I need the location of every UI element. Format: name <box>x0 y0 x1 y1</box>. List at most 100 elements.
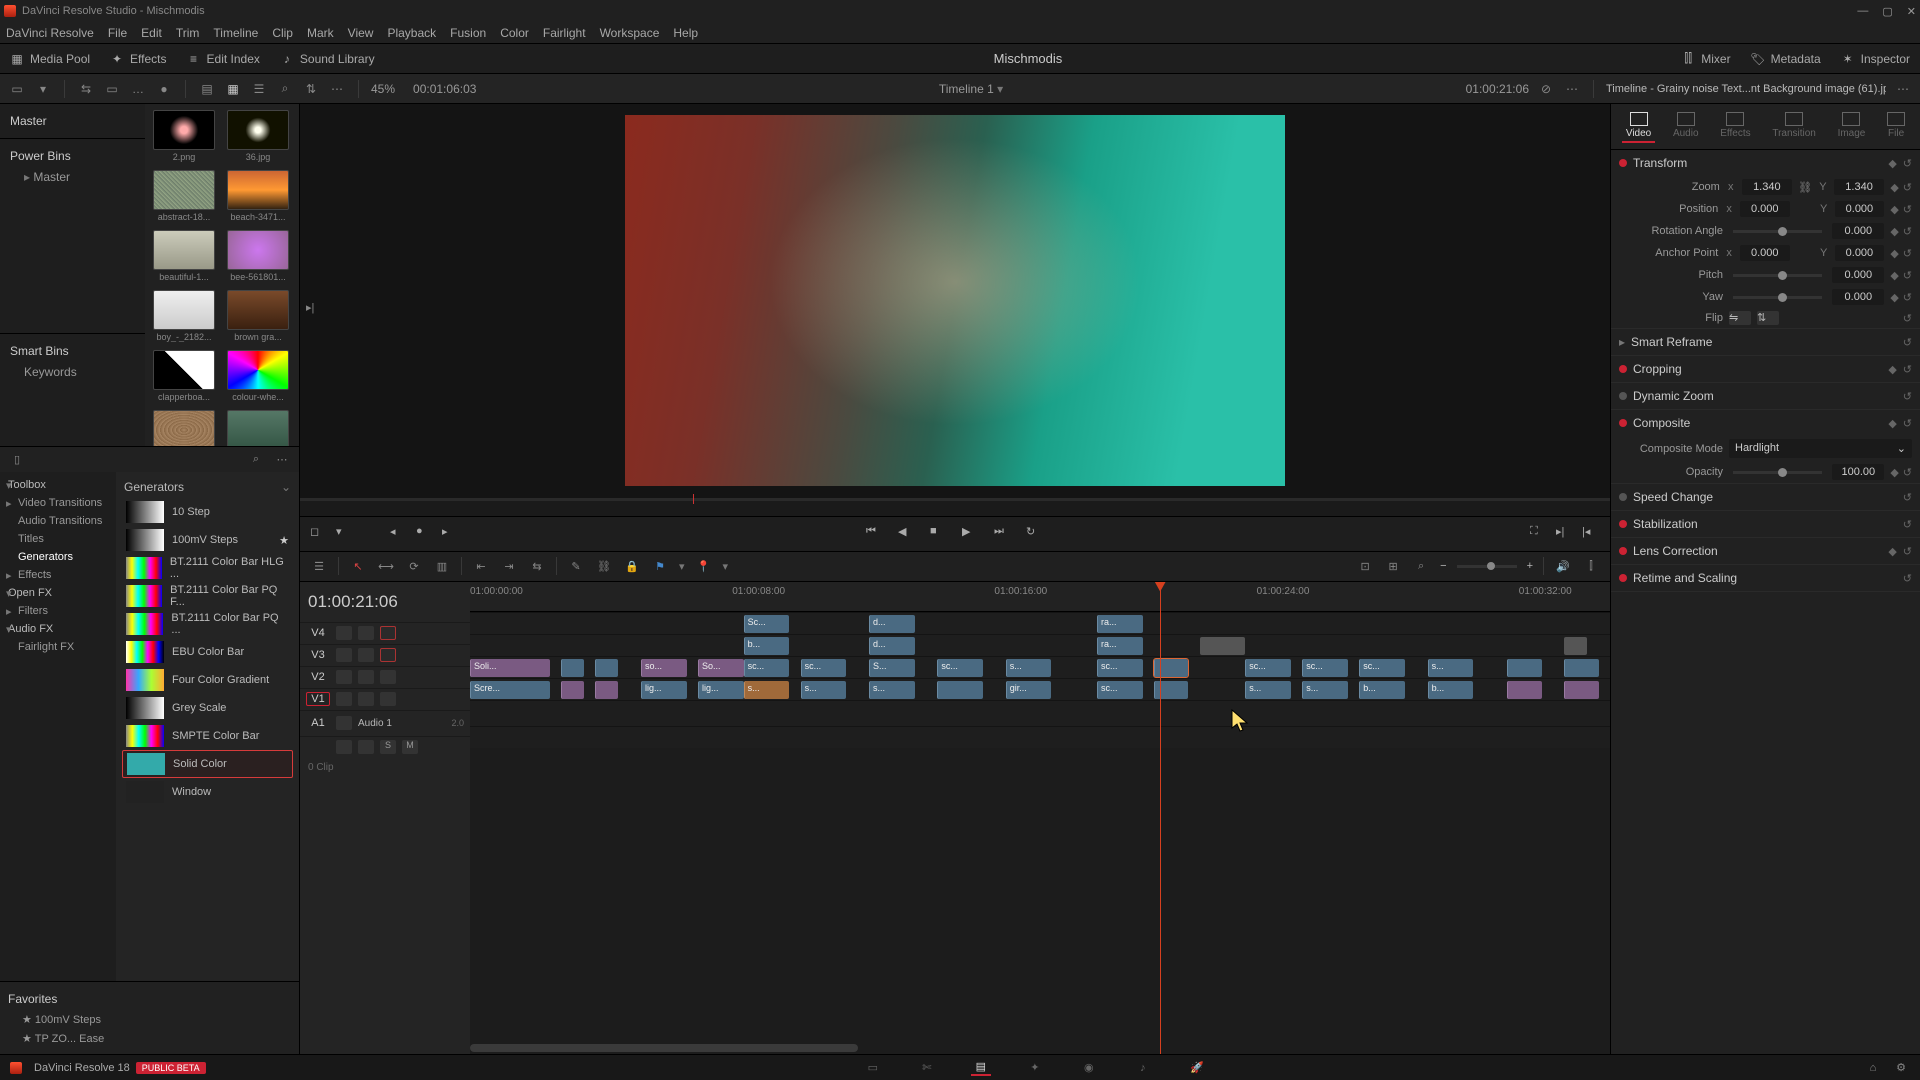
mixer-button[interactable]: ⫿⫿Mixer <box>1671 44 1740 73</box>
track-row[interactable]: Soli...so...So...sc...sc...S...sc...s...… <box>470 656 1610 678</box>
timeline-clip[interactable] <box>561 681 584 699</box>
match-frame-icon[interactable]: ● <box>416 525 434 543</box>
metadata-view-icon[interactable]: ▤ <box>198 80 216 98</box>
timeline-clip[interactable]: ra... <box>1097 615 1143 633</box>
sort-icon[interactable]: ⇅ <box>302 80 320 98</box>
timeline-clip[interactable] <box>595 659 618 677</box>
media-thumb[interactable]: dog-18014... <box>225 410 291 446</box>
zoom-custom-icon[interactable]: ⌕ <box>1412 557 1430 575</box>
fairlight-page-icon[interactable]: ♪ <box>1133 1060 1153 1076</box>
timeline-clip[interactable]: ra... <box>1097 637 1143 655</box>
stabilization-section[interactable]: Stabilization↺ <box>1611 511 1920 537</box>
fx-tree-item[interactable]: Titles <box>0 530 116 548</box>
track-row[interactable]: Sc...d...ra... <box>470 612 1610 634</box>
more-icon[interactable]: ⋯ <box>1563 80 1581 98</box>
zoom-y-field[interactable]: 1.340 <box>1834 179 1885 195</box>
timeline-clip[interactable] <box>937 681 983 699</box>
flip-v-button[interactable]: ⇅ <box>1757 311 1779 325</box>
timeline-clip[interactable]: Soli... <box>470 659 550 677</box>
media-thumb[interactable]: bee-561801... <box>225 230 291 282</box>
timeline-clip[interactable]: sc... <box>1359 659 1405 677</box>
timeline-viewer[interactable]: ▸| <box>300 104 1610 498</box>
lock-icon[interactable]: 🔒 <box>623 557 641 575</box>
fx-tree-item[interactable]: ▾Toolbox <box>0 476 116 494</box>
timeline-clip[interactable]: sc... <box>744 659 790 677</box>
timeline-clip[interactable]: b... <box>1428 681 1474 699</box>
timeline-clip[interactable]: s... <box>1302 681 1348 699</box>
rotation-field[interactable]: 0.000 <box>1832 223 1884 239</box>
cut-page-icon[interactable]: ✄ <box>917 1060 937 1076</box>
timeline-clip[interactable]: sc... <box>937 659 983 677</box>
lock-icon[interactable] <box>336 626 352 640</box>
timeline-clip[interactable]: gir... <box>1006 681 1052 699</box>
zoom-x-field[interactable]: 1.340 <box>1742 179 1793 195</box>
generator-item[interactable]: 100mV Steps★ <box>122 526 293 554</box>
prev-clip-icon[interactable]: |◂ <box>1582 525 1600 543</box>
retime-section[interactable]: Retime and Scaling↺ <box>1611 565 1920 591</box>
bin-view-icon[interactable]: ▭ <box>8 80 26 98</box>
timeline-clip[interactable]: lig... <box>698 681 744 699</box>
timeline-ruler[interactable]: 01:00:00:0001:00:08:0001:00:16:0001:00:2… <box>470 582 1610 612</box>
enable-icon[interactable] <box>380 670 396 684</box>
more-icon[interactable]: ⋯ <box>273 451 291 469</box>
timeline-clip[interactable]: s... <box>1006 659 1052 677</box>
insert-icon[interactable]: ⇤ <box>472 557 490 575</box>
timeline-name[interactable]: Timeline 1 <box>939 82 994 96</box>
marker-icon[interactable]: 📍 <box>695 557 713 575</box>
inspector-tab-video[interactable]: Video <box>1622 110 1655 143</box>
menu-timeline[interactable]: Timeline <box>213 26 258 40</box>
fx-tree-item[interactable]: Fairlight FX <box>0 638 116 656</box>
menu-workspace[interactable]: Workspace <box>600 26 660 40</box>
zoom-out-icon[interactable]: − <box>1440 560 1446 572</box>
metadata-button[interactable]: 🏷Metadata <box>1741 44 1831 73</box>
media-thumb[interactable]: desert-471... <box>151 410 217 446</box>
generator-item[interactable]: 10 Step <box>122 498 293 526</box>
pitch-slider[interactable] <box>1733 274 1822 277</box>
timeline-clip[interactable]: sc... <box>1245 659 1291 677</box>
record-icon[interactable]: ● <box>155 80 173 98</box>
link-tool-icon[interactable]: ⛓ <box>595 557 613 575</box>
more-icon[interactable]: … <box>129 80 147 98</box>
arrow-tool-icon[interactable]: ↖ <box>349 557 367 575</box>
chevron-down-icon[interactable]: ▾ <box>336 525 354 543</box>
media-thumb[interactable]: 2.png <box>151 110 217 162</box>
lock-icon[interactable] <box>336 740 352 754</box>
search-icon[interactable]: ⌕ <box>247 451 265 469</box>
timeline-clip[interactable]: Scre... <box>470 681 550 699</box>
home-icon[interactable]: ⌂ <box>1864 1059 1882 1077</box>
enable-icon[interactable] <box>380 648 396 662</box>
list-view-icon[interactable]: ☰ <box>250 80 268 98</box>
track-head[interactable]: V4 <box>300 622 470 644</box>
timeline-clip[interactable] <box>1200 637 1246 655</box>
meters-icon[interactable]: ⫿ <box>1582 557 1600 575</box>
cropping-section[interactable]: Cropping◆↺ <box>1611 356 1920 382</box>
link-icon[interactable]: ⛓ <box>1798 181 1812 194</box>
favorite-item[interactable]: ★ 100mV Steps <box>8 1010 291 1029</box>
inspector-tab-effects[interactable]: Effects <box>1716 110 1754 143</box>
audio-track-head[interactable]: A1 Audio 1 2.0 <box>300 710 470 736</box>
blade-tool-icon[interactable]: ▥ <box>433 557 451 575</box>
step-back-icon[interactable]: ◀ <box>898 525 916 543</box>
audio-track-row-2[interactable] <box>470 726 1610 748</box>
media-thumb[interactable]: beach-3471... <box>225 170 291 222</box>
color-page-icon[interactable]: ◉ <box>1079 1060 1099 1076</box>
media-thumb[interactable]: 36.jpg <box>225 110 291 162</box>
media-pool-button[interactable]: ▦Media Pool <box>0 44 100 73</box>
playhead[interactable] <box>1160 582 1161 1054</box>
inspector-button[interactable]: ✶Inspector <box>1831 44 1920 73</box>
stop-icon[interactable]: ■ <box>930 525 948 543</box>
more-icon[interactable]: ⋯ <box>1894 80 1912 98</box>
edit-index-button[interactable]: ≡Edit Index <box>177 44 270 73</box>
yaw-slider[interactable] <box>1733 296 1822 299</box>
timeline-clip[interactable]: d... <box>869 615 915 633</box>
effects-button[interactable]: ✦Effects <box>100 44 176 73</box>
fx-tree-item[interactable]: Audio Transitions <box>0 512 116 530</box>
zoom-full-icon[interactable]: ⊡ <box>1356 557 1374 575</box>
track-row[interactable]: b...d...ra... <box>470 634 1610 656</box>
timeline-clip[interactable]: lig... <box>641 681 687 699</box>
pos-y-field[interactable]: 0.000 <box>1835 201 1885 217</box>
audio-track-row[interactable] <box>470 700 1610 726</box>
solo-button[interactable]: S <box>380 740 396 754</box>
lock-icon[interactable] <box>336 648 352 662</box>
track-head[interactable]: V2 <box>300 666 470 688</box>
